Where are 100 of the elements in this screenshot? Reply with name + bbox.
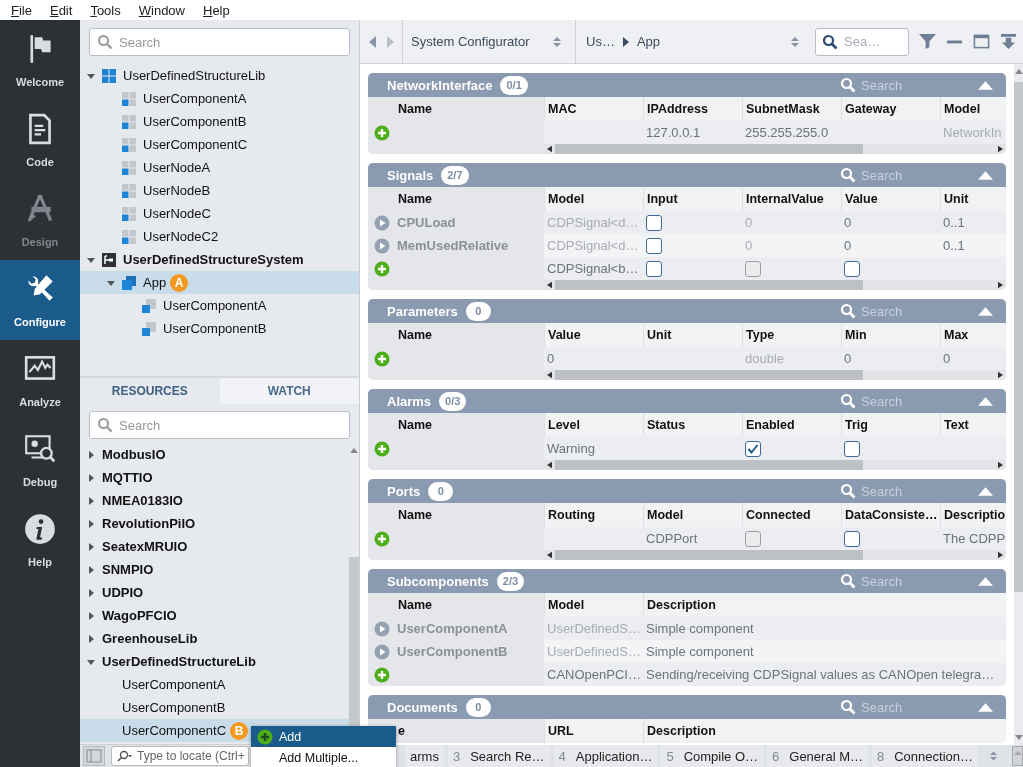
- tree-item[interactable]: UserComponentA: [80, 294, 359, 317]
- column-header[interactable]: Model: [544, 593, 643, 617]
- output-tab[interactable]: 6 General M…: [767, 745, 868, 767]
- sort-arrows-icon[interactable]: [791, 35, 799, 48]
- menu-item[interactable]: Window: [133, 2, 190, 18]
- column-header[interactable]: Status: [643, 413, 742, 437]
- caret-right-icon[interactable]: [86, 472, 96, 483]
- maximize-icon[interactable]: [973, 33, 990, 50]
- column-header[interactable]: IPAddress: [643, 97, 742, 121]
- horizontal-scrollbar[interactable]: [544, 550, 1006, 560]
- caret-right-icon[interactable]: [86, 518, 96, 529]
- section-search-field[interactable]: Search: [856, 393, 961, 409]
- section-search-field[interactable]: Search: [856, 483, 961, 499]
- checkbox[interactable]: [646, 214, 662, 231]
- play-icon[interactable]: [374, 214, 390, 231]
- resource-item[interactable]: UserComponentB: [80, 696, 349, 719]
- column-header[interactable]: Max: [940, 323, 1006, 347]
- scroll-right-icon[interactable]: [998, 461, 1003, 469]
- scroll-right-icon[interactable]: [998, 371, 1003, 379]
- play-icon[interactable]: [374, 620, 390, 637]
- download-icon[interactable]: [1000, 33, 1017, 50]
- column-header[interactable]: Unit: [643, 323, 742, 347]
- section-search-field[interactable]: Search: [856, 699, 961, 715]
- column-header[interactable]: Model: [643, 503, 742, 527]
- resource-item[interactable]: SNMPIO: [80, 558, 349, 581]
- caret-right-icon[interactable]: [86, 495, 96, 506]
- sort-arrows-icon[interactable]: [990, 750, 998, 762]
- scroll-left-icon[interactable]: [547, 461, 552, 469]
- menu-item[interactable]: Add: [251, 726, 396, 747]
- scroll-right-icon[interactable]: [998, 281, 1003, 289]
- collapse-icon[interactable]: [978, 170, 993, 180]
- resource-item[interactable]: ModbusIO: [80, 443, 349, 466]
- scroll-left-icon[interactable]: [547, 281, 552, 289]
- add-icon[interactable]: [374, 530, 390, 547]
- menu-item[interactable]: Add Multiple...: [251, 747, 396, 767]
- column-header[interactable]: Value: [544, 323, 643, 347]
- resource-item[interactable]: NMEA0183IO: [80, 489, 349, 512]
- section-search-field[interactable]: Search: [856, 77, 961, 93]
- column-header[interactable]: Type: [742, 323, 841, 347]
- output-tab[interactable]: 5 Compile O…: [661, 745, 764, 767]
- collapse-icon[interactable]: [978, 306, 993, 316]
- tree-item[interactable]: UserComponentB: [80, 317, 359, 340]
- menu-item[interactable]: Tools: [85, 2, 126, 18]
- collapse-icon[interactable]: [978, 80, 993, 90]
- column-header[interactable]: Min: [841, 323, 940, 347]
- column-header[interactable]: Input: [643, 187, 742, 211]
- checkbox[interactable]: [745, 440, 761, 457]
- tree-item[interactable]: UserNodeA: [80, 156, 359, 179]
- menu-item[interactable]: Help: [198, 2, 235, 18]
- output-tab[interactable]: 3 Search Re…: [447, 745, 550, 767]
- horizontal-scrollbar[interactable]: [544, 370, 1006, 380]
- resource-item[interactable]: MQTTIO: [80, 466, 349, 489]
- section-header[interactable]: NetworkInterface 0/1 Search: [368, 73, 1006, 97]
- nav-item[interactable]: Help: [0, 500, 80, 580]
- column-header[interactable]: Text: [940, 413, 1006, 437]
- add-icon[interactable]: [374, 440, 390, 457]
- column-header[interactable]: Model: [940, 97, 1006, 121]
- scroll-up-icon[interactable]: [350, 447, 358, 453]
- tree-item[interactable]: UserComponentC: [80, 133, 359, 156]
- checkbox[interactable]: [646, 260, 662, 277]
- section-search-field[interactable]: Search: [856, 167, 961, 183]
- output-tab[interactable]: arms: [405, 745, 444, 767]
- collapse-icon[interactable]: [978, 702, 993, 712]
- horizontal-scrollbar[interactable]: [544, 280, 1006, 290]
- caret-right-icon[interactable]: [86, 449, 96, 460]
- tree-item[interactable]: UserDefinedStructureSystem: [80, 248, 359, 271]
- checkbox[interactable]: [646, 237, 662, 254]
- scroll-left-icon[interactable]: [547, 551, 552, 559]
- resource-item[interactable]: UDPIO: [80, 581, 349, 604]
- checkbox[interactable]: [844, 440, 860, 457]
- column-header[interactable]: Description: [643, 593, 1006, 617]
- menu-item[interactable]: File: [6, 2, 37, 18]
- add-icon[interactable]: [374, 350, 390, 367]
- checkbox[interactable]: [844, 260, 860, 277]
- column-header[interactable]: Description: [643, 719, 1006, 743]
- panel-toggle-button[interactable]: [83, 746, 105, 766]
- filter-icon[interactable]: [919, 33, 936, 50]
- nav-item[interactable]: Analyze: [0, 340, 80, 420]
- tree-search-field[interactable]: Search: [89, 28, 350, 56]
- breadcrumb-item[interactable]: Us…: [586, 34, 615, 49]
- column-header[interactable]: Enabled: [742, 413, 841, 437]
- column-header[interactable]: DataConsiste…: [841, 503, 940, 527]
- scroll-left-icon[interactable]: [547, 145, 552, 153]
- output-tab[interactable]: 8 Connection…: [872, 745, 978, 767]
- scroll-right-icon[interactable]: [998, 145, 1003, 153]
- locate-field[interactable]: Type to locate (Ctrl+: [111, 746, 249, 766]
- checkbox[interactable]: [844, 530, 860, 547]
- add-icon[interactable]: [374, 260, 390, 277]
- add-icon[interactable]: [374, 666, 390, 683]
- breadcrumb-item[interactable]: App: [636, 34, 661, 49]
- back-icon[interactable]: [369, 35, 377, 48]
- column-header[interactable]: Routing: [544, 503, 643, 527]
- column-header[interactable]: Value: [841, 187, 940, 211]
- section-search-field[interactable]: Search: [856, 303, 961, 319]
- resource-item[interactable]: SeatexMRUIO: [80, 535, 349, 558]
- column-header[interactable]: URL: [544, 719, 643, 743]
- column-header[interactable]: Connected: [742, 503, 841, 527]
- tree-item[interactable]: UserNodeC2: [80, 225, 359, 248]
- resource-item[interactable]: UserDefinedStructureLib: [80, 650, 349, 673]
- collapse-icon[interactable]: [978, 576, 993, 586]
